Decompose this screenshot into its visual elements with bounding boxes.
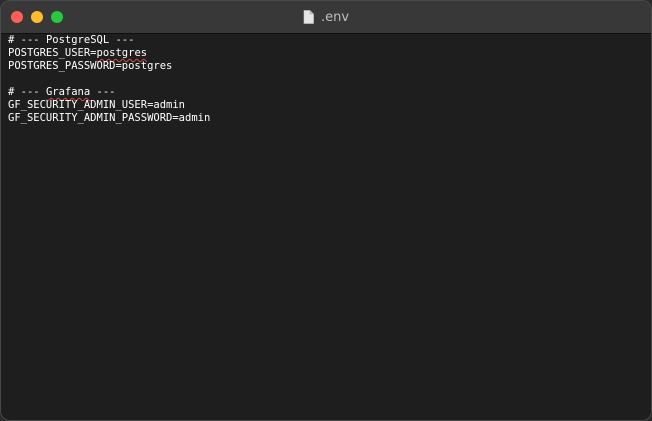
title-bar[interactable]: .env [1,1,651,34]
editor-line: # --- Grafana --- [8,86,210,99]
line-text: PostgreSQL --- [45,34,135,46]
line-text: GF_SECURITY_ADMIN_PASSWORD=admin [8,112,211,124]
line-text: POSTGRES_PASSWORD=postgres [8,60,173,72]
text-editor-window: .env # --- PostgreSQL --- POSTGRES_USER=… [0,0,652,421]
editor-line: POSTGRES_USER=postgres [8,47,210,60]
line-text: GF_SECURITY_ADMIN_USER=admin [8,99,186,111]
misspelled-word: Grafana [45,86,91,98]
editor-line: POSTGRES_PASSWORD=postgres [8,60,210,73]
line-text: # --- [8,86,46,98]
line-text: --- [90,86,116,98]
misspelled-word: postgres [96,47,148,59]
document-icon [303,10,314,24]
window-title-text: .env [320,9,350,25]
editor-line: # --- PostgreSQL --- [8,34,210,47]
line-text: # --- [8,34,46,46]
editor-content[interactable]: # --- PostgreSQL --- POSTGRES_USER=postg… [8,34,210,125]
window-title: .env [1,1,651,33]
editor-line: GF_SECURITY_ADMIN_PASSWORD=admin [8,112,210,125]
line-text: POSTGRES_USER= [8,47,97,59]
text-editor-area[interactable]: # --- PostgreSQL --- POSTGRES_USER=postg… [1,34,651,420]
editor-line: GF_SECURITY_ADMIN_USER=admin [8,99,210,112]
